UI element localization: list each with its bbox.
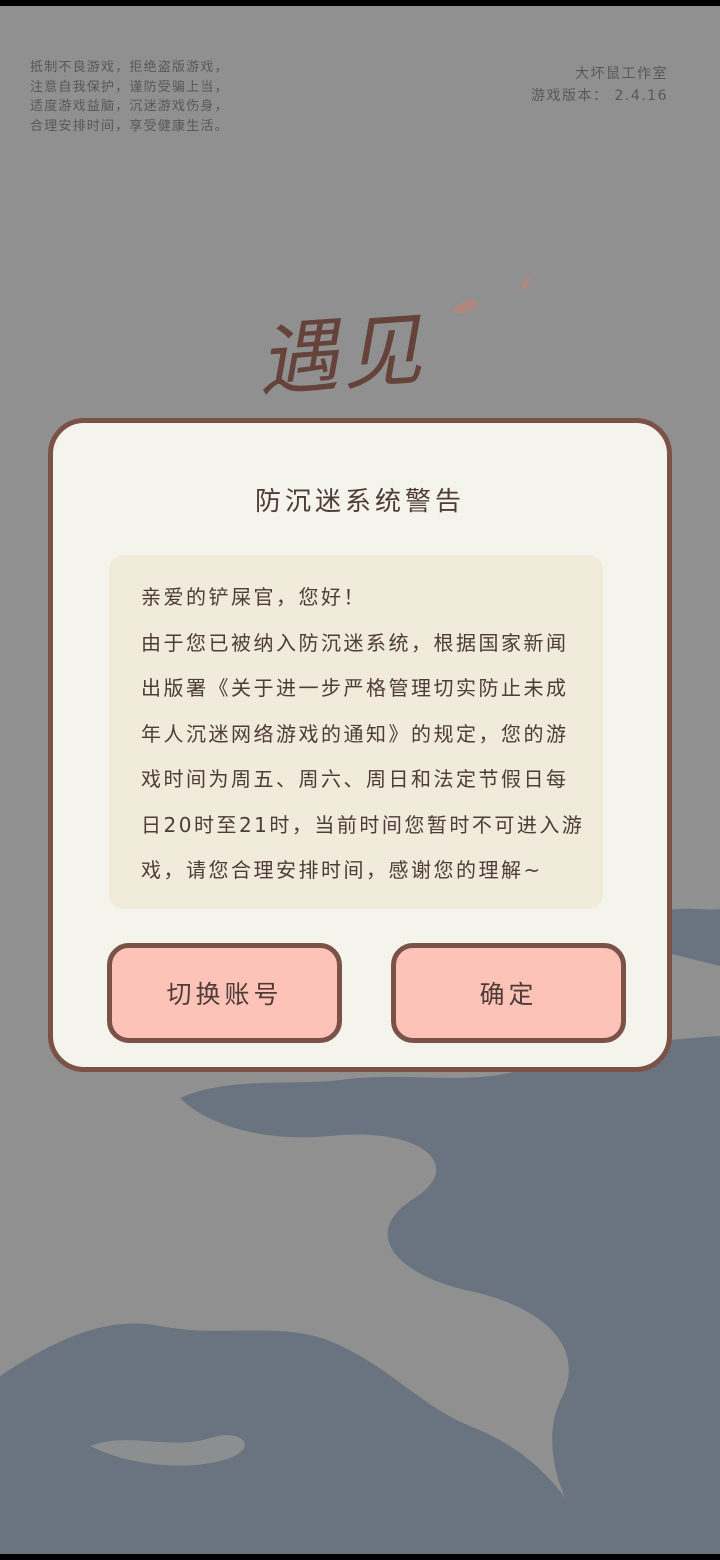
message-line: 戏，请您合理安排时间，感谢您的理解~ [141,858,543,882]
message-line: 戏时间为周五、周六、周日和法定节假日每 [141,767,569,791]
message-line: 年人沉迷网络游戏的通知》的规定，您的游 [141,721,569,746]
dialog-message: 亲爱的铲屎官，您好！ 由于您已被纳入防沉迷系统，根据国家新闻 出版署《关于进一步… [109,555,603,909]
game-screen: 抵制不良游戏，拒绝盗版游戏， 注意自我保护，谨防受骗上当， 适度游戏益脑，沉迷游… [0,6,720,1554]
anti-addiction-dialog: 防沉迷系统警告 亲爱的铲屎官，您好！ 由于您已被纳入防沉迷系统，根据国家新闻 出… [48,418,672,1072]
message-line: 由于您已被纳入防沉迷系统，根据国家新闻 [141,630,569,655]
message-line: 亲爱的铲屎官，您好！ [141,585,366,609]
dialog-title: 防沉迷系统警告 [254,487,465,517]
confirm-button[interactable]: 确定 [391,943,626,1043]
message-line: 日20时至21时，当前时间您暂时不可进入游 [141,812,585,837]
switch-account-button[interactable]: 切换账号 [107,943,342,1043]
message-line: 出版署《关于进一步严格管理切实防止未成 [141,676,569,700]
